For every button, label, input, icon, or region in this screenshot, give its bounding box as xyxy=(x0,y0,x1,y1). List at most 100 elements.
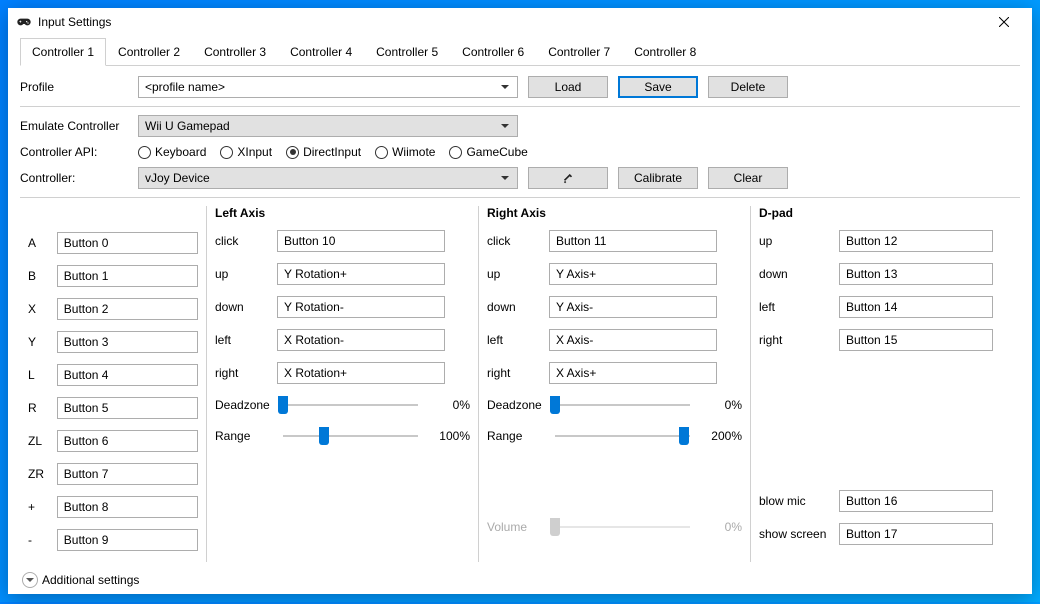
controller-combo[interactable]: vJoy Device xyxy=(138,167,518,189)
right-deadzone-slider[interactable] xyxy=(549,395,696,415)
left-deadzone-slider[interactable] xyxy=(277,395,424,415)
right-axis-right-input[interactable]: X Axis+ xyxy=(549,362,717,384)
dpad-left-label: left xyxy=(759,300,833,314)
left-axis-right-row: right X Rotation+ xyxy=(215,362,470,384)
button-l-row: LButton 4 xyxy=(28,364,198,386)
button-y-input[interactable]: Button 3 xyxy=(57,331,198,353)
right-axis-left-label: left xyxy=(487,333,543,347)
button-r-row: RButton 5 xyxy=(28,397,198,419)
right-axis-column: Right Axis clickButton 11upY Axis+downY … xyxy=(478,206,750,562)
left-range-slider[interactable] xyxy=(277,426,424,446)
tab-controller-7[interactable]: Controller 7 xyxy=(536,38,622,65)
calibrate-button[interactable]: Calibrate xyxy=(618,167,698,189)
right-axis-right-label: right xyxy=(487,366,543,380)
right-axis-down-row: downY Axis- xyxy=(487,296,742,318)
dpad-right-input[interactable]: Button 15 xyxy=(839,329,993,351)
left-axis-right-label: right xyxy=(215,366,271,380)
emulate-combo[interactable]: Wii U Gamepad xyxy=(138,115,518,137)
dpad-down-input[interactable]: Button 13 xyxy=(839,263,993,285)
button-zl-input[interactable]: Button 6 xyxy=(57,430,198,452)
dpad-down-row: downButton 13 xyxy=(759,263,1012,285)
button-r-input[interactable]: Button 5 xyxy=(57,397,198,419)
button-plus-input[interactable]: Button 8 xyxy=(57,496,198,518)
left-axis-up-row: upY Rotation+ xyxy=(215,263,470,285)
controller-label: Controller: xyxy=(20,171,128,185)
left-axis-down-row: down Y Rotation- xyxy=(215,296,470,318)
radio-directinput[interactable]: DirectInput xyxy=(286,145,361,159)
connect-button[interactable] xyxy=(528,167,608,189)
left-axis-up-input[interactable]: Y Rotation+ xyxy=(277,263,445,285)
left-axis-click-label: click xyxy=(215,234,271,248)
dpad-title: D-pad xyxy=(759,206,1012,220)
input-settings-window: Input Settings Controller 1Controller 2C… xyxy=(8,8,1032,594)
dpad-up-row: upButton 12 xyxy=(759,230,1012,252)
right-axis-left-input[interactable]: X Axis- xyxy=(549,329,717,351)
left-axis-click-input[interactable]: Button 10 xyxy=(277,230,445,252)
save-button[interactable]: Save xyxy=(618,76,698,98)
left-axis-down-label: down xyxy=(215,300,271,314)
right-axis-up-row: upY Axis+ xyxy=(487,263,742,285)
left-axis-right-input[interactable]: X Rotation+ xyxy=(277,362,445,384)
tab-controller-5[interactable]: Controller 5 xyxy=(364,38,450,65)
close-button[interactable] xyxy=(984,8,1024,36)
button-minus-label: - xyxy=(28,533,51,547)
radio-icon xyxy=(286,146,299,159)
button-x-input[interactable]: Button 2 xyxy=(57,298,198,320)
titlebar: Input Settings xyxy=(8,8,1032,36)
button-b-row: BButton 1 xyxy=(28,265,198,287)
left-axis-title: Left Axis xyxy=(215,206,470,220)
dpad-left-input[interactable]: Button 14 xyxy=(839,296,993,318)
button-a-label: A xyxy=(28,236,51,250)
button-zr-label: ZR xyxy=(28,467,51,481)
button-zr-input[interactable]: Button 7 xyxy=(57,463,198,485)
right-axis-click-input[interactable]: Button 11 xyxy=(549,230,717,252)
button-zl-row: ZL Button 6 xyxy=(28,430,198,452)
additional-settings-toggle[interactable]: Additional settings xyxy=(20,566,1020,594)
tab-controller-8[interactable]: Controller 8 xyxy=(622,38,708,65)
radio-xinput[interactable]: XInput xyxy=(220,145,272,159)
button-a-input[interactable]: Button 0 xyxy=(57,232,198,254)
radio-wiimote[interactable]: Wiimote xyxy=(375,145,435,159)
chevron-down-icon xyxy=(22,572,38,588)
button-y-row: YButton 3 xyxy=(28,331,198,353)
clear-button[interactable]: Clear xyxy=(708,167,788,189)
tabs: Controller 1Controller 2Controller 3Cont… xyxy=(20,38,1020,66)
button-l-input[interactable]: Button 4 xyxy=(57,364,198,386)
extra-blow-mic-input[interactable]: Button 16 xyxy=(839,490,993,512)
top-rows: Profile <profile name> Load Save Delete … xyxy=(20,76,1020,206)
tab-controller-1[interactable]: Controller 1 xyxy=(20,38,106,66)
radio-gamecube[interactable]: GameCube xyxy=(449,145,527,159)
left-deadzone-row: Deadzone 0% xyxy=(215,395,470,415)
right-range-row: Range 200% xyxy=(487,426,742,446)
profile-row: Profile <profile name> Load Save Delete xyxy=(20,76,1020,98)
extra-show-screen-row: show screenButton 17 xyxy=(759,523,1012,545)
dpad-column: D-pad upButton 12 downButton 13 left Button… xyxy=(750,206,1020,562)
right-axis-up-input[interactable]: Y Axis+ xyxy=(549,263,717,285)
tab-controller-2[interactable]: Controller 2 xyxy=(106,38,192,65)
right-deadzone-row: Deadzone 0% xyxy=(487,395,742,415)
api-radios: Keyboard XInput DirectInput Wiimote GameCube xyxy=(138,145,528,159)
tab-controller-6[interactable]: Controller 6 xyxy=(450,38,536,65)
tab-controller-4[interactable]: Controller 4 xyxy=(278,38,364,65)
radio-keyboard[interactable]: Keyboard xyxy=(138,145,206,159)
gamepad-icon xyxy=(16,14,32,30)
delete-button[interactable]: Delete xyxy=(708,76,788,98)
extra-show-screen-input[interactable]: Button 17 xyxy=(839,523,993,545)
load-button[interactable]: Load xyxy=(528,76,608,98)
right-range-slider[interactable] xyxy=(549,426,696,446)
radio-icon xyxy=(220,146,233,159)
left-axis-left-input[interactable]: X Rotation- xyxy=(277,329,445,351)
button-plus-label: + xyxy=(28,500,51,514)
content: Controller 1Controller 2Controller 3Cont… xyxy=(8,36,1032,604)
left-axis-down-input[interactable]: Y Rotation- xyxy=(277,296,445,318)
button-b-input[interactable]: Button 1 xyxy=(57,265,198,287)
right-axis-right-row: right X Axis+ xyxy=(487,362,742,384)
button-zl-label: ZL xyxy=(28,434,51,448)
dpad-up-input[interactable]: Button 12 xyxy=(839,230,993,252)
button-minus-input[interactable]: Button 9 xyxy=(57,529,198,551)
left-axis-click-row: click Button 10 xyxy=(215,230,470,252)
tab-controller-3[interactable]: Controller 3 xyxy=(192,38,278,65)
right-axis-down-input[interactable]: Y Axis- xyxy=(549,296,717,318)
left-axis-column: Left Axis click Button 10 upY Rotation+ dow… xyxy=(206,206,478,562)
profile-combo[interactable]: <profile name> xyxy=(138,76,518,98)
